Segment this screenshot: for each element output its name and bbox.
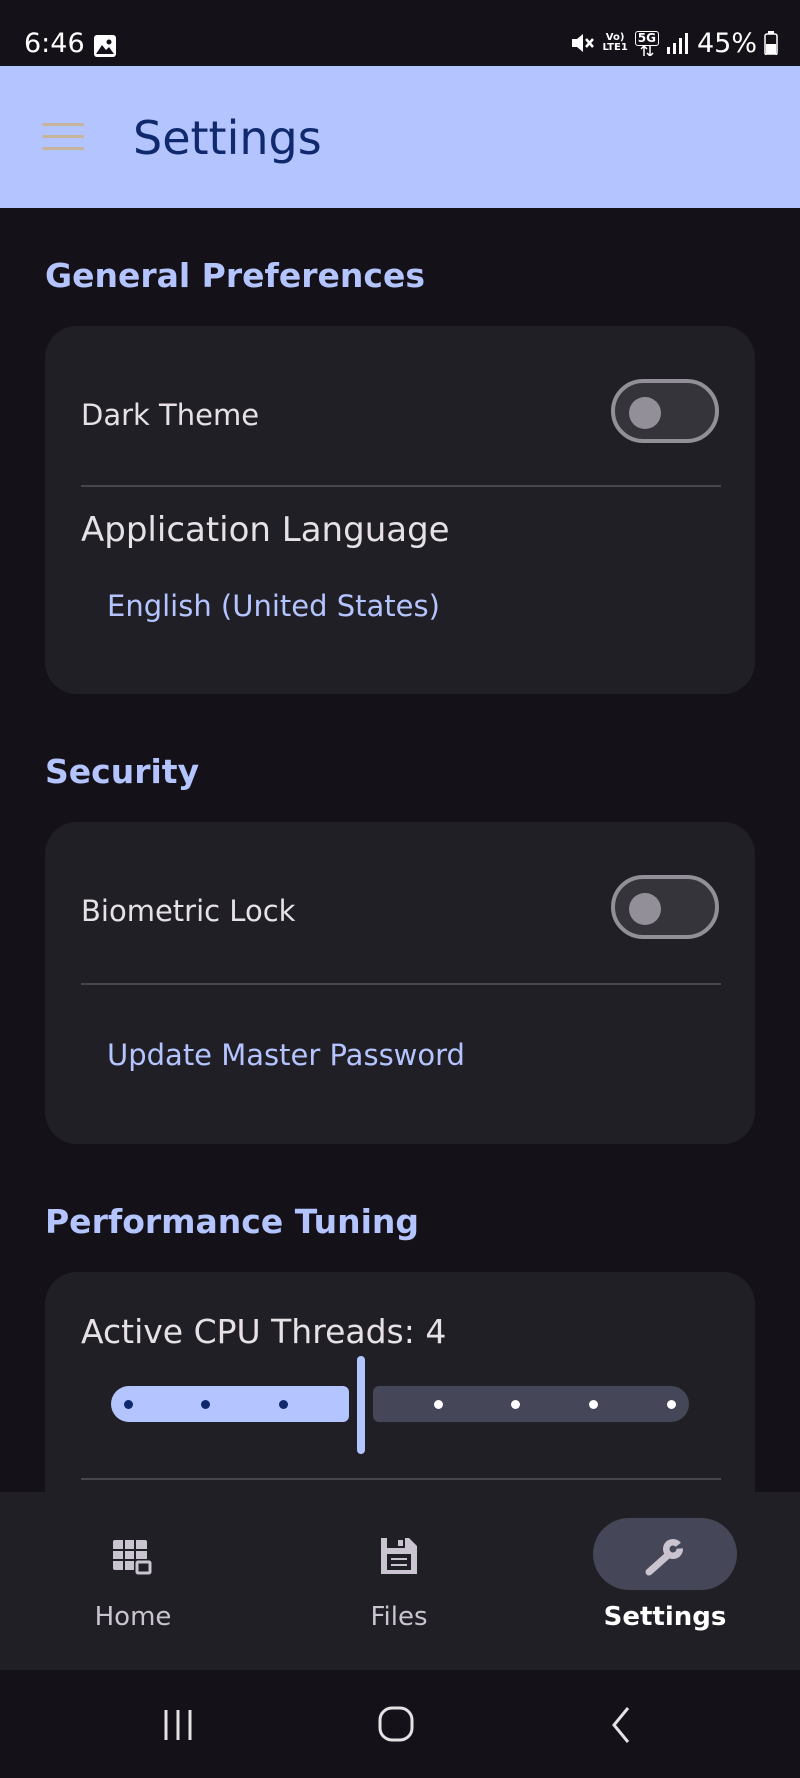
nav-item-home[interactable]: Home: [0, 1492, 266, 1670]
top-app-bar: [0, 66, 800, 208]
language-label: Application Language: [81, 510, 450, 550]
section-title-performance: Performance Tuning: [45, 1202, 420, 1241]
nav-item-settings[interactable]: Settings: [532, 1492, 798, 1670]
page-title: Settings: [133, 111, 322, 165]
home-button-icon[interactable]: [366, 1700, 426, 1750]
slider-tick: [434, 1400, 443, 1409]
network-indicator: 5G: [634, 30, 659, 56]
divider: [81, 983, 721, 985]
dark-theme-switch[interactable]: [611, 379, 719, 443]
nav-label-settings: Settings: [603, 1602, 727, 1632]
slider-handle[interactable]: [357, 1356, 365, 1454]
divider: [81, 485, 721, 487]
battery-icon: [764, 31, 778, 55]
section-title-security: Security: [45, 752, 200, 791]
slider-tick: [279, 1400, 288, 1409]
switch-thumb: [629, 397, 661, 429]
security-card: Biometric Lock Update Master Password: [45, 822, 755, 1144]
recent-apps-icon[interactable]: [148, 1700, 208, 1750]
nav-item-files[interactable]: Files: [266, 1492, 532, 1670]
nav-label-files: Files: [370, 1602, 428, 1632]
section-title-general: General Preferences: [45, 256, 425, 295]
data-arrows-icon: [640, 45, 654, 56]
slider-tick: [124, 1400, 133, 1409]
bottom-navigation: Home Files Settings: [0, 1492, 800, 1670]
cpu-threads-label: Active CPU Threads: 4: [81, 1312, 447, 1351]
gallery-notification-icon: [94, 35, 116, 57]
biometric-lock-switch[interactable]: [611, 875, 719, 939]
status-bar: 6:46 Vo) LTE1 5G 45%: [0, 0, 800, 66]
menu-icon[interactable]: [42, 123, 84, 153]
system-navigation-bar: [0, 1670, 800, 1778]
dark-theme-label: Dark Theme: [81, 398, 260, 432]
slider-inactive-track: [373, 1386, 689, 1422]
cpu-threads-slider[interactable]: [111, 1356, 691, 1456]
general-preferences-card: Dark Theme Application Language English …: [45, 326, 755, 694]
battery-percent: 45%: [696, 27, 757, 59]
biometric-lock-label: Biometric Lock: [81, 894, 296, 928]
update-master-password-link[interactable]: Update Master Password: [107, 1038, 465, 1072]
save-disk-icon: [381, 1538, 417, 1574]
back-icon[interactable]: [592, 1700, 652, 1750]
status-time: 6:46: [24, 28, 85, 59]
slider-active-track: [111, 1386, 349, 1422]
status-icons: Vo) LTE1 5G 45%: [569, 26, 778, 60]
slider-tick: [511, 1400, 520, 1409]
volte-indicator: Vo) LTE1: [602, 32, 628, 53]
divider: [81, 1478, 721, 1480]
slider-tick: [589, 1400, 598, 1409]
slider-tick: [201, 1400, 210, 1409]
wrench-icon: [645, 1538, 687, 1576]
switch-thumb: [629, 893, 661, 925]
nav-label-home: Home: [94, 1602, 172, 1632]
language-value-link[interactable]: English (United States): [107, 589, 440, 623]
mute-icon: [572, 34, 595, 52]
home-grid-icon: [113, 1540, 153, 1576]
signal-icon: [666, 33, 688, 54]
slider-tick: [667, 1400, 676, 1409]
